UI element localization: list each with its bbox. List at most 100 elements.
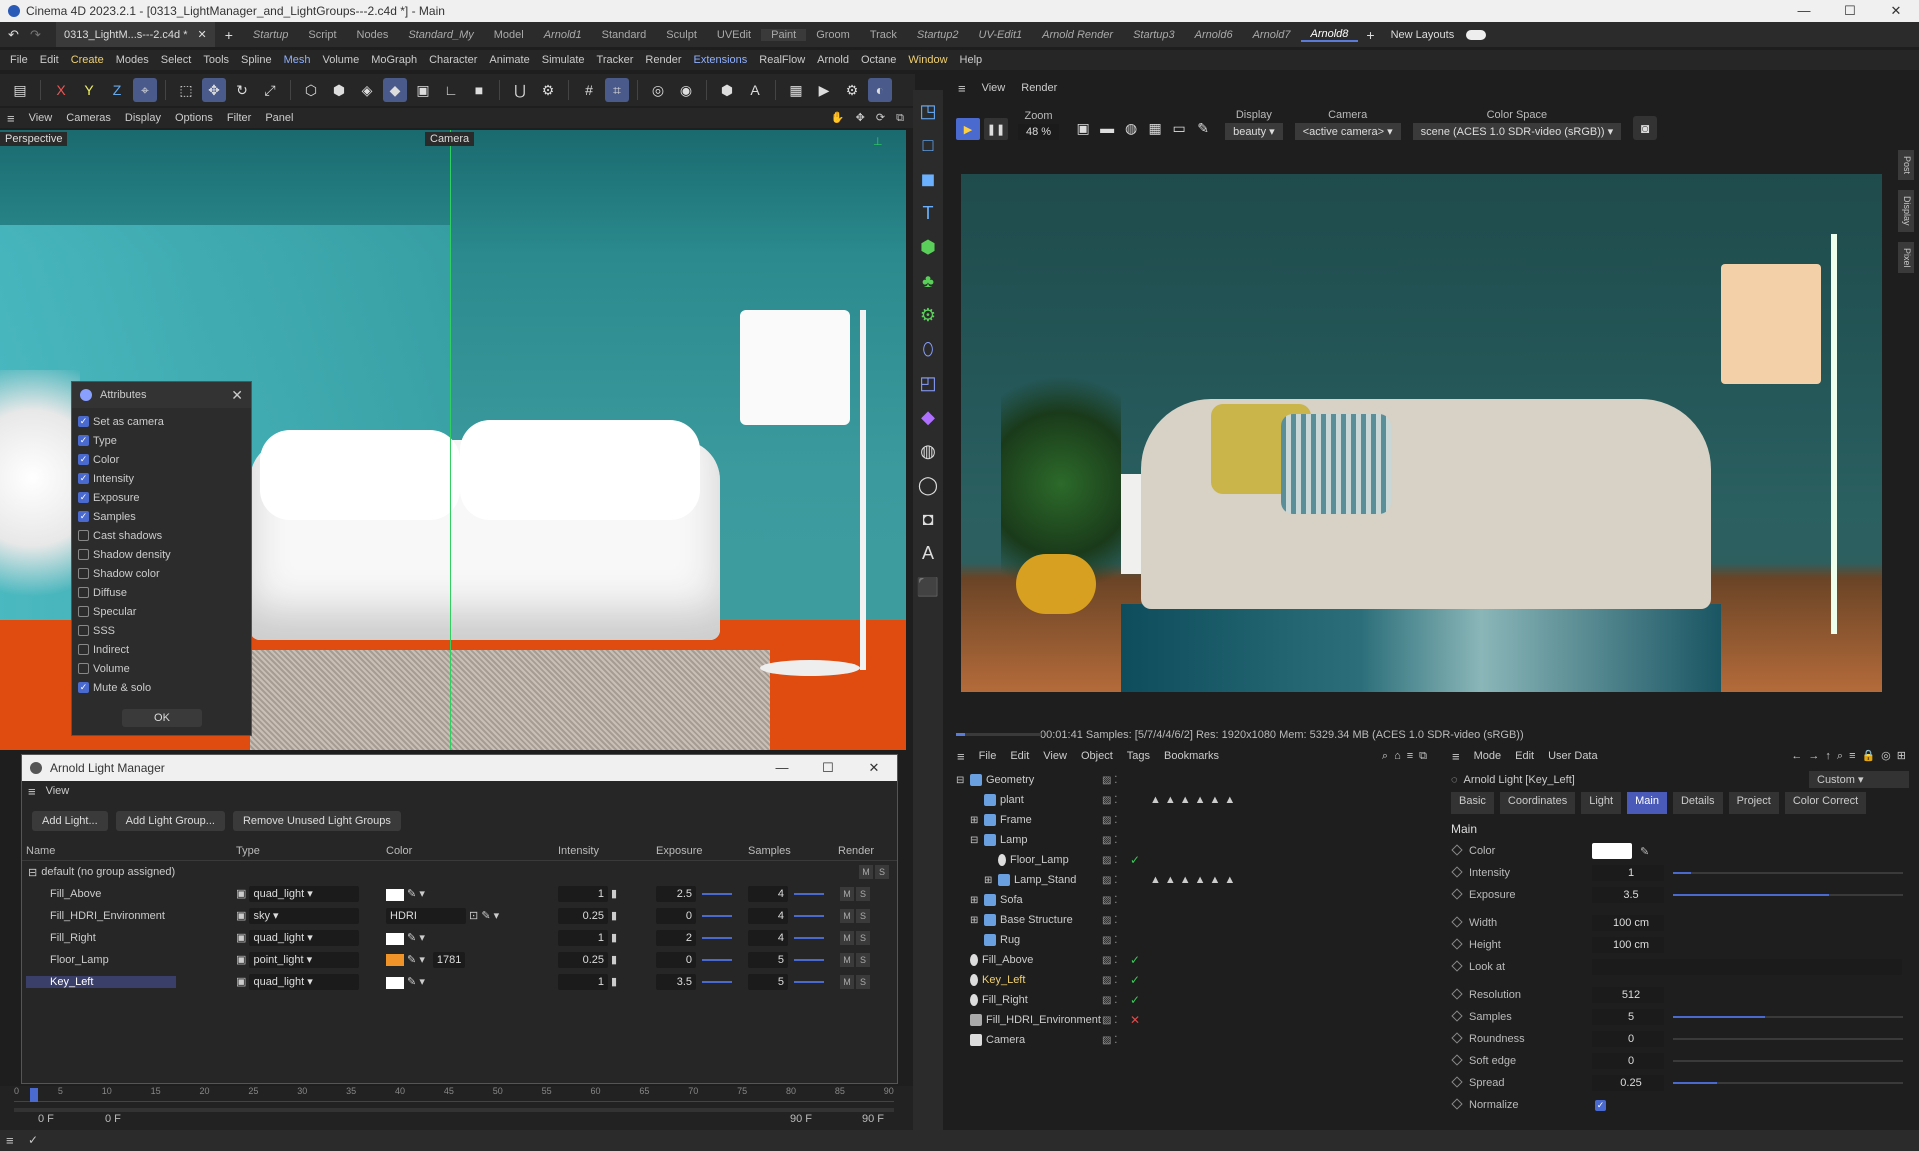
- hdri-field[interactable]: HDRI: [386, 908, 466, 924]
- sphere-icon[interactable]: ◍: [916, 438, 940, 464]
- attribute-option[interactable]: ✓ Intensity: [72, 469, 251, 488]
- intensity-field[interactable]: 0.25: [558, 908, 608, 924]
- menu-extensions[interactable]: Extensions: [687, 54, 753, 66]
- deformer-box-icon[interactable]: ◰: [916, 370, 940, 396]
- texture-mode-icon[interactable]: ▣: [411, 78, 435, 102]
- attribute-option[interactable]: ✓ Mute & solo: [72, 678, 251, 697]
- samples-field[interactable]: 4: [748, 930, 788, 946]
- end-frame[interactable]: 90 F: [790, 1113, 812, 1125]
- undo-icon[interactable]: ↶: [8, 27, 19, 43]
- visibility-flags[interactable]: ▨ ⁚: [1102, 775, 1117, 786]
- menu-create[interactable]: Create: [65, 54, 110, 66]
- exposure-slider[interactable]: [702, 915, 732, 918]
- layout-tab-uvedit[interactable]: UVEdit: [707, 29, 761, 41]
- rotate-icon[interactable]: ↻: [230, 78, 254, 102]
- field-value[interactable]: 100 cm: [1592, 937, 1664, 953]
- solo-button[interactable]: S: [856, 931, 870, 945]
- light-type[interactable]: ▣ quad_light ▾: [232, 886, 382, 902]
- expand-icon[interactable]: ⊞: [970, 895, 982, 906]
- light-type-dropdown[interactable]: quad_light ▾: [249, 886, 360, 902]
- exposure-field[interactable]: 0: [656, 952, 696, 968]
- solo-button[interactable]: S: [856, 975, 870, 989]
- render-view-menu-render[interactable]: Render: [1013, 82, 1065, 94]
- light-color[interactable]: ✎ ▾ 1781: [382, 952, 554, 968]
- intensity-field[interactable]: 0.25: [558, 952, 608, 968]
- workplane-icon[interactable]: ■: [467, 78, 491, 102]
- light-samples[interactable]: 4: [744, 930, 834, 946]
- globe-icon[interactable]: ◍: [1119, 116, 1143, 140]
- field-value[interactable]: 0: [1592, 1053, 1664, 1069]
- add-layout-icon[interactable]: +: [1358, 27, 1382, 43]
- mode-dropdown[interactable]: Custom ▾: [1809, 771, 1909, 788]
- light-name[interactable]: Key_Left: [22, 976, 232, 988]
- om-menu-object[interactable]: Object: [1074, 750, 1120, 762]
- light-exposure[interactable]: 2: [652, 930, 744, 946]
- color-space-dropdown[interactable]: scene (ACES 1.0 SDR-video (sRGB)) ▾: [1412, 123, 1622, 140]
- render-settings-icon[interactable]: ⚙: [840, 78, 864, 102]
- menu-realflow[interactable]: RealFlow: [753, 54, 811, 66]
- visibility-flags[interactable]: ▨ ⁚: [1102, 1015, 1117, 1026]
- eyedropper-icon[interactable]: ✎ ▾: [404, 954, 425, 966]
- bucket-icon[interactable]: ▭: [1167, 116, 1191, 140]
- edge-mode-icon[interactable]: ⬢: [327, 78, 351, 102]
- attribute-option[interactable]: Volume: [72, 659, 251, 678]
- menu-volume[interactable]: Volume: [317, 54, 366, 66]
- menu-window[interactable]: Window: [902, 54, 953, 66]
- coordinate-system-icon[interactable]: ⌖: [133, 78, 157, 102]
- scale-icon[interactable]: ⤢: [258, 78, 282, 102]
- light-samples[interactable]: 5: [744, 952, 834, 968]
- object-row[interactable]: Fill_Above ▨ ⁚ ✓: [950, 950, 1440, 970]
- light-row[interactable]: Key_Left ▣ quad_light ▾ ✎ ▾ 1 ▮ 3.5 5 M S: [22, 971, 897, 993]
- samples-slider[interactable]: [794, 959, 824, 962]
- light-color[interactable]: ✎ ▾: [382, 975, 554, 989]
- visibility-flags[interactable]: ▨ ⁚: [1102, 935, 1117, 946]
- layout-tab-groom[interactable]: Groom: [806, 29, 860, 41]
- col-intensity[interactable]: Intensity: [554, 845, 652, 857]
- side-tab-display[interactable]: Display: [1898, 190, 1914, 232]
- hamburger-icon[interactable]: ≡: [950, 81, 974, 96]
- exposure-slider[interactable]: [702, 981, 732, 984]
- attribute-option[interactable]: ✓ Set as camera: [72, 412, 251, 431]
- om-menu-bookmarks[interactable]: Bookmarks: [1157, 750, 1226, 762]
- attribute-option[interactable]: ✓ Type: [72, 431, 251, 450]
- light-type[interactable]: ▣ sky ▾: [232, 908, 382, 924]
- enabled-check-icon[interactable]: ✓: [1130, 953, 1140, 967]
- axis-mode-icon[interactable]: ∟: [439, 78, 463, 102]
- light-exposure[interactable]: 3.5: [652, 974, 744, 990]
- samples-slider[interactable]: [794, 937, 824, 940]
- samples-slider[interactable]: [794, 981, 824, 984]
- solo-button[interactable]: S: [856, 909, 870, 923]
- minimize-icon[interactable]: —: [759, 755, 805, 781]
- exposure-field[interactable]: 0: [656, 908, 696, 924]
- light-intensity[interactable]: 1 ▮: [554, 886, 652, 902]
- light-samples[interactable]: 5: [744, 974, 834, 990]
- menu-octane[interactable]: Octane: [855, 54, 902, 66]
- layers-icon[interactable]: ▦: [1143, 116, 1167, 140]
- render-region-icon[interactable]: ▦: [784, 78, 808, 102]
- layout-tab-sculpt[interactable]: Sculpt: [656, 29, 707, 41]
- object-manager-tools-icon[interactable]: ⌕⌂≡⧉: [1375, 750, 1440, 763]
- select-icon[interactable]: ⬚: [174, 78, 198, 102]
- viewport-menu-filter[interactable]: Filter: [220, 112, 258, 124]
- samples-field[interactable]: 4: [748, 908, 788, 924]
- light-row[interactable]: Floor_Lamp ▣ point_light ▾ ✎ ▾ 1781 0.25 ▮ 0…: [22, 949, 897, 971]
- checkbox[interactable]: [78, 568, 89, 579]
- om-menu-tags[interactable]: Tags: [1120, 750, 1157, 762]
- hamburger-icon[interactable]: ≡: [0, 111, 22, 126]
- object-row[interactable]: Rug ▨ ⁚: [950, 930, 1440, 950]
- light-row[interactable]: Fill_HDRI_Environment ▣ sky ▾ HDRI ⊡ ✎ ▾ 0.…: [22, 905, 897, 927]
- view-menu[interactable]: View: [46, 785, 70, 797]
- expand-icon[interactable]: ⊟: [970, 835, 982, 846]
- add-doc-icon[interactable]: +: [215, 27, 243, 43]
- menu-render[interactable]: Render: [639, 54, 687, 66]
- object-row[interactable]: Floor_Lamp ▨ ⁚ ✓: [950, 850, 1440, 870]
- close-icon[interactable]: ✕: [1873, 0, 1919, 22]
- light-type-dropdown[interactable]: quad_light ▾: [249, 930, 360, 946]
- field-value[interactable]: 0.25: [1592, 1075, 1664, 1091]
- expand-icon[interactable]: ⊟: [956, 775, 968, 786]
- attribute-option[interactable]: ✓ Samples: [72, 507, 251, 526]
- tag-icons[interactable]: ▲▲▲▲▲▲: [1150, 874, 1239, 886]
- object-row[interactable]: ⊞ Frame ▨ ⁚: [950, 810, 1440, 830]
- layout-tab-paint[interactable]: Paint: [761, 28, 807, 41]
- menu-character[interactable]: Character: [423, 54, 483, 66]
